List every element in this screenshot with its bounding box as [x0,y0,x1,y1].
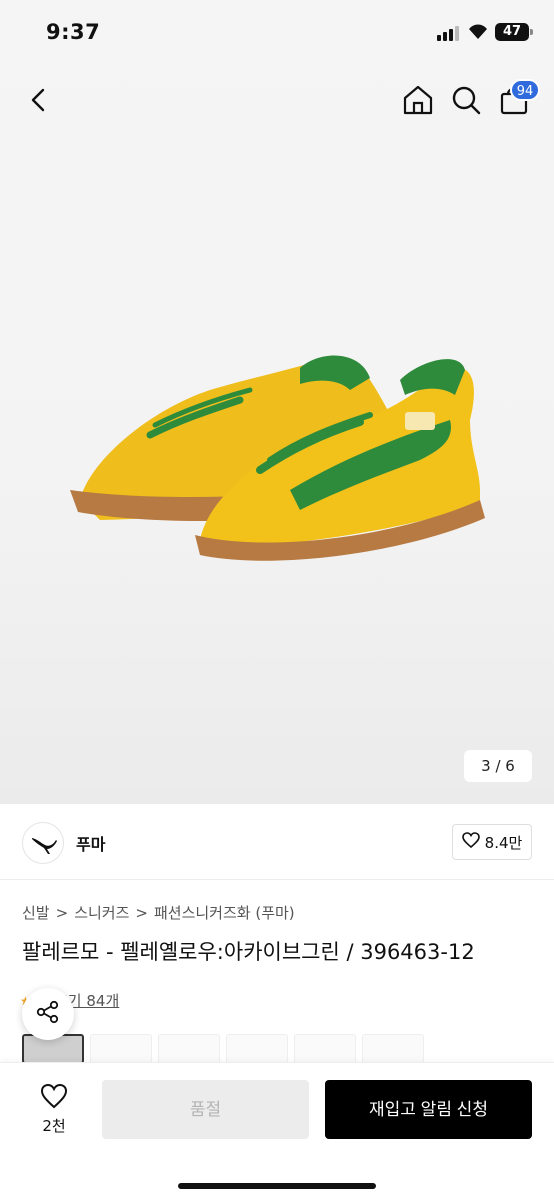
brand-like-button[interactable]: 8.4만 [452,824,532,860]
breadcrumb-separator: > [55,904,69,922]
breadcrumb: 신발 > 스니커즈 > 패션스니커즈화 (푸마) [22,902,301,923]
image-page-counter[interactable]: 3 / 6 [464,750,532,782]
option-swatch[interactable] [362,1034,424,1064]
breadcrumb-item[interactable]: 스니커즈 [74,904,129,922]
breadcrumb-item[interactable]: 패션스니커즈화 (푸마) [154,904,295,922]
share-button[interactable] [22,988,74,1040]
search-icon[interactable] [448,82,484,118]
home-icon[interactable] [400,82,436,118]
cart-count-badge: 94 [510,79,540,101]
wishlist-count: 2천 [42,1117,66,1135]
breadcrumb-separator: > [135,904,148,922]
share-icon [35,999,61,1029]
option-swatch[interactable] [294,1034,356,1064]
wifi-icon [467,22,489,40]
battery-indicator: 47 [495,23,529,41]
brand-like-count: 8.4만 [484,833,523,852]
bottom-action-bar: 2천 품절 재입고 알림 신청 [0,1062,554,1200]
option-swatch[interactable] [226,1034,288,1064]
soldout-button[interactable]: 품절 [102,1080,309,1139]
status-bar: 9:37 47 [0,0,554,64]
option-swatch[interactable] [158,1034,220,1064]
brand-name[interactable]: 푸마 [76,831,105,855]
heart-icon [40,1083,68,1113]
option-swatches [22,1034,424,1064]
breadcrumb-item[interactable]: 신발 [22,904,50,922]
restock-alert-button[interactable]: 재입고 알림 신청 [325,1080,532,1139]
status-time: 9:37 [46,20,101,44]
product-image [70,355,485,561]
wishlist-button[interactable]: 2천 [22,1083,86,1143]
brand-row[interactable]: 푸마 8.4만 [0,804,554,880]
option-swatch[interactable] [90,1034,152,1064]
product-title: 팔레르모 - 펠레옐로우:아카이브그린 / 396463-12 [22,940,475,964]
back-icon[interactable] [22,82,58,118]
product-image-gallery[interactable]: 94 3 / 6 [0,0,554,804]
home-indicator [178,1183,376,1189]
battery-cap [530,29,533,35]
signal-icon [437,25,461,41]
heart-icon [461,832,480,852]
puma-logo-icon[interactable] [22,822,64,864]
